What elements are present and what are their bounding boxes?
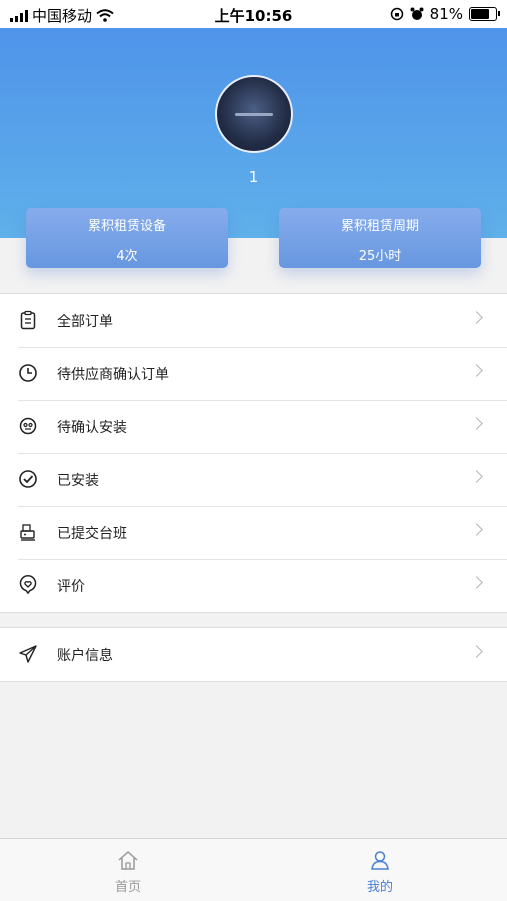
status-bar-right: 81% xyxy=(390,5,500,23)
alarm-icon xyxy=(410,7,424,20)
status-bar: 中国移动 上午10:56 81% xyxy=(0,0,507,28)
battery-level-fill xyxy=(471,9,489,19)
chevron-right-icon xyxy=(470,470,483,483)
battery-percent: 81% xyxy=(429,5,463,23)
stat-devices-value: 4次 xyxy=(116,249,138,264)
menu-item-submitted-shifts[interactable]: 已提交台班 xyxy=(0,506,507,559)
rotation-lock-icon xyxy=(390,7,403,21)
menu-item-installed[interactable]: 已安装 xyxy=(0,453,507,506)
menu-item-all-orders[interactable]: 全部订单 xyxy=(0,294,507,347)
chevron-right-icon xyxy=(470,523,483,536)
stat-card-devices: 累积租赁设备 4次 xyxy=(26,208,228,268)
menu-item-pending-supplier[interactable]: 待供应商确认订单 xyxy=(0,347,507,400)
tab-home-label: 首页 xyxy=(114,880,141,895)
menu-item-label: 已提交台班 xyxy=(57,526,127,542)
menu-item-label: 全部订单 xyxy=(57,314,113,330)
stat-devices-label: 累积租赁设备 xyxy=(87,219,166,234)
chevron-right-icon xyxy=(470,364,483,377)
heart-chat-icon xyxy=(19,575,37,595)
machine-icon xyxy=(20,524,35,541)
menu-item-label: 待供应商确认订单 xyxy=(57,367,169,383)
stat-period-value: 25小时 xyxy=(358,249,402,264)
order-menu: 全部订单 待供应商确认订单 待确认安装 已安装 已提交台班 评价 xyxy=(0,293,507,613)
avatar-image-detail xyxy=(235,113,273,116)
menu-item-label: 账户信息 xyxy=(57,648,113,664)
stat-period-label: 累积租赁周期 xyxy=(340,219,419,234)
chevron-right-icon xyxy=(470,417,483,430)
menu-item-label: 待确认安装 xyxy=(57,420,127,436)
avatar[interactable] xyxy=(215,75,293,153)
tab-mine[interactable]: 我的 xyxy=(305,839,455,901)
clock-icon xyxy=(19,364,37,382)
username: 1 xyxy=(248,168,259,186)
tab-home[interactable]: 首页 xyxy=(53,839,203,901)
user-icon xyxy=(371,851,389,870)
tab-bar: 首页 我的 xyxy=(0,838,507,901)
account-menu: 账户信息 xyxy=(0,627,507,682)
chevron-right-icon xyxy=(470,645,483,658)
menu-item-account-info[interactable]: 账户信息 xyxy=(0,628,507,681)
chevron-right-icon xyxy=(470,576,483,589)
menu-item-pending-install[interactable]: 待确认安装 xyxy=(0,400,507,453)
tab-mine-label: 我的 xyxy=(366,880,393,895)
menu-item-review[interactable]: 评价 xyxy=(0,559,507,612)
clipboard-icon xyxy=(20,310,36,330)
stat-card-period: 累积租赁周期 25小时 xyxy=(279,208,481,268)
profile-header: 1 xyxy=(0,28,507,238)
chevron-right-icon xyxy=(470,311,483,324)
home-icon xyxy=(118,850,138,870)
menu-item-label: 评价 xyxy=(57,579,85,595)
battery-icon xyxy=(469,7,500,21)
check-circle-icon xyxy=(19,470,37,488)
menu-item-label: 已安装 xyxy=(57,473,99,489)
face-icon xyxy=(19,417,37,435)
paper-plane-icon xyxy=(19,645,37,663)
